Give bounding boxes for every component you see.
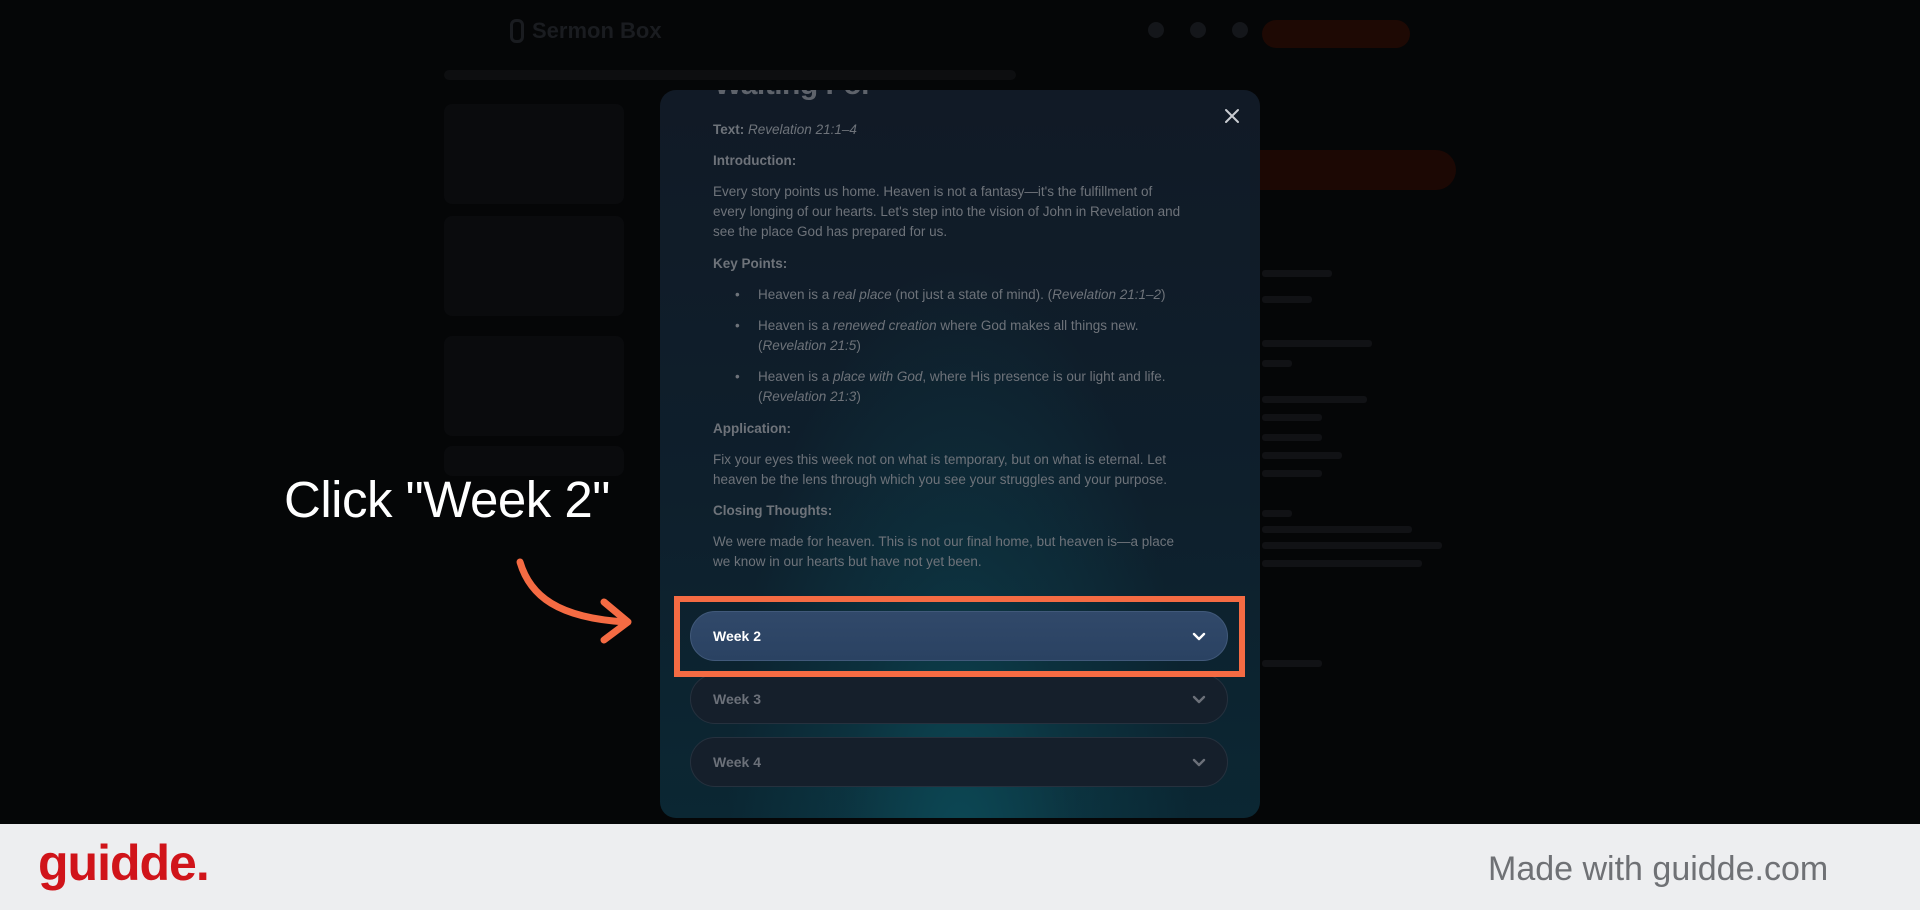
modal-scroll-area[interactable]: Waiting For Text: Revelation 21:1–4 Intr… xyxy=(660,90,1260,818)
search-icon xyxy=(1148,22,1164,38)
cart-icon xyxy=(1190,22,1206,38)
background-text-line xyxy=(1262,660,1322,667)
top-icon-group xyxy=(1148,22,1248,38)
background-progress-bar xyxy=(444,70,1016,80)
key-point-reference: Revelation 21:3 xyxy=(762,389,857,404)
text-label: Text: xyxy=(713,122,745,137)
key-point-text-part: (not just a state of mind). ( xyxy=(891,287,1053,302)
guidde-logo: guidde. xyxy=(38,835,210,891)
key-point-text-part: ) xyxy=(856,338,861,353)
application-heading: Application: xyxy=(713,421,791,436)
close-icon xyxy=(1225,109,1239,123)
chevron-down-icon xyxy=(1192,695,1206,704)
key-point-text: Heaven is a real place (not just a state… xyxy=(758,285,1175,305)
bullet-dot: • xyxy=(735,318,740,333)
bullet-dot: • xyxy=(735,287,740,302)
key-point-reference: Revelation 21:1–2 xyxy=(1052,287,1162,302)
background-card xyxy=(444,336,624,436)
background-text-line xyxy=(1262,270,1332,277)
logo-text: Sermon Box xyxy=(532,18,662,43)
background-text-line xyxy=(1262,434,1322,441)
introduction-heading: Introduction: xyxy=(713,153,797,168)
key-point-item: • Heaven is a place with God, where His … xyxy=(735,367,1175,407)
key-point-text-part: Heaven is a xyxy=(758,318,834,333)
avatar xyxy=(1232,22,1248,38)
modal-title: Waiting For xyxy=(714,90,873,102)
key-points-heading: Key Points: xyxy=(713,256,788,271)
close-button[interactable] xyxy=(1220,104,1244,128)
background-card xyxy=(444,216,624,316)
chevron-down-icon xyxy=(1192,758,1206,767)
made-with-text: Made with guidde.com xyxy=(1488,850,1829,888)
background-text-line xyxy=(1262,396,1367,403)
top-navigation-bar: Sermon Box xyxy=(0,0,1920,66)
background-text-line xyxy=(1262,510,1292,517)
bullet-dot: • xyxy=(735,369,740,384)
key-point-text-part: Heaven is a xyxy=(758,287,834,302)
highlight-box xyxy=(674,596,1245,677)
key-point-text-part: Heaven is a xyxy=(758,369,834,384)
accordion-week-4[interactable]: Week 4 xyxy=(690,737,1228,787)
background-text-line xyxy=(1262,414,1322,421)
app-logo: Sermon Box xyxy=(510,18,662,44)
background-text-line xyxy=(1262,526,1412,533)
key-point-text: Heaven is a place with God, where His pr… xyxy=(758,367,1175,407)
key-point-emphasis: place with God xyxy=(833,369,923,384)
key-point-emphasis: renewed creation xyxy=(833,318,937,333)
sermon-outline-modal: Waiting For Text: Revelation 21:1–4 Intr… xyxy=(660,90,1260,818)
background-text-line xyxy=(1262,470,1322,477)
application-body: Fix your eyes this week not on what is t… xyxy=(713,452,1168,487)
background-text-line xyxy=(1262,360,1292,367)
background-card xyxy=(444,104,624,204)
background-text-line xyxy=(1262,560,1422,567)
key-point-emphasis: real place xyxy=(833,287,892,302)
accordion-label: Week 4 xyxy=(713,754,761,770)
background-text-line xyxy=(1262,296,1312,303)
curved-arrow-icon xyxy=(516,558,632,644)
text-reference-line: Text: Revelation 21:1–4 xyxy=(713,120,1183,140)
accordion-label: Week 3 xyxy=(713,691,761,707)
closing-thoughts-heading: Closing Thoughts: xyxy=(713,503,833,518)
key-point-reference: Revelation 21:5 xyxy=(762,338,857,353)
key-point-item: • Heaven is a renewed creation where God… xyxy=(735,316,1175,356)
footer-bar: guidde. Made with guidde.com xyxy=(0,824,1920,910)
top-cta-button xyxy=(1262,20,1410,48)
background-text-line xyxy=(1262,340,1372,347)
accordion-week-3[interactable]: Week 3 xyxy=(690,674,1228,724)
key-point-text-part: ) xyxy=(1161,287,1166,302)
background-text-line xyxy=(1262,542,1442,549)
closing-thoughts-body: We were made for heaven. This is not our… xyxy=(713,534,1175,569)
key-point-text: Heaven is a renewed creation where God m… xyxy=(758,316,1175,356)
logo-mark-icon xyxy=(510,19,524,43)
introduction-body: Every story points us home. Heaven is no… xyxy=(713,184,1181,239)
background-text-line xyxy=(1262,452,1342,459)
text-reference: Revelation 21:1–4 xyxy=(748,122,857,137)
key-point-text-part: ) xyxy=(856,389,861,404)
key-point-item: • Heaven is a real place (not just a sta… xyxy=(735,285,1175,305)
instruction-callout: Click "Week 2" xyxy=(284,471,610,528)
